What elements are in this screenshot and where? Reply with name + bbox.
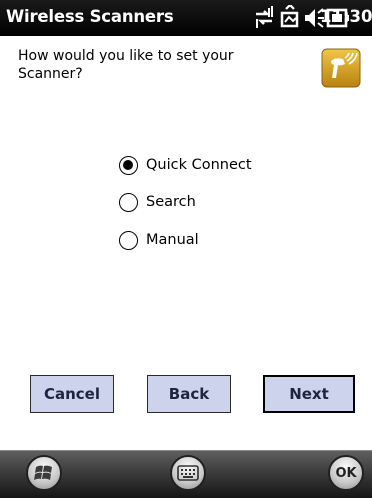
ok-button[interactable]: OK — [328, 455, 364, 491]
connectivity-icon[interactable] — [253, 5, 275, 31]
radio-quick-connect[interactable]: Quick Connect — [119, 154, 252, 176]
taskbar: OK — [0, 450, 372, 498]
radio-button[interactable] — [119, 230, 138, 250]
radio-search[interactable]: Search — [119, 191, 196, 213]
radio-button-selected[interactable] — [119, 155, 138, 175]
keyboard-icon — [177, 465, 199, 481]
radio-manual[interactable]: Manual — [119, 229, 199, 251]
next-button[interactable]: Next — [263, 375, 355, 413]
back-button[interactable]: Back — [147, 375, 231, 413]
radio-label: Search — [146, 194, 196, 210]
radio-button[interactable] — [119, 192, 138, 212]
windows-start-button[interactable] — [26, 455, 62, 491]
keyboard-button[interactable] — [170, 455, 206, 491]
clock: 11:30 — [320, 7, 372, 26]
radio-label: Manual — [146, 232, 199, 248]
windows-start-icon — [34, 465, 52, 480]
title-bar: Wireless Scanners 11:30 — [0, 0, 372, 36]
app-title: Wireless Scanners — [6, 7, 174, 26]
cancel-button[interactable]: Cancel — [30, 375, 114, 413]
ok-label: OK — [335, 465, 357, 481]
wireless-scanner-icon — [321, 48, 361, 88]
setup-prompt: How would you like to set your Scanner? — [18, 48, 234, 82]
notification-icon[interactable] — [279, 5, 301, 31]
radio-label: Quick Connect — [146, 157, 252, 173]
